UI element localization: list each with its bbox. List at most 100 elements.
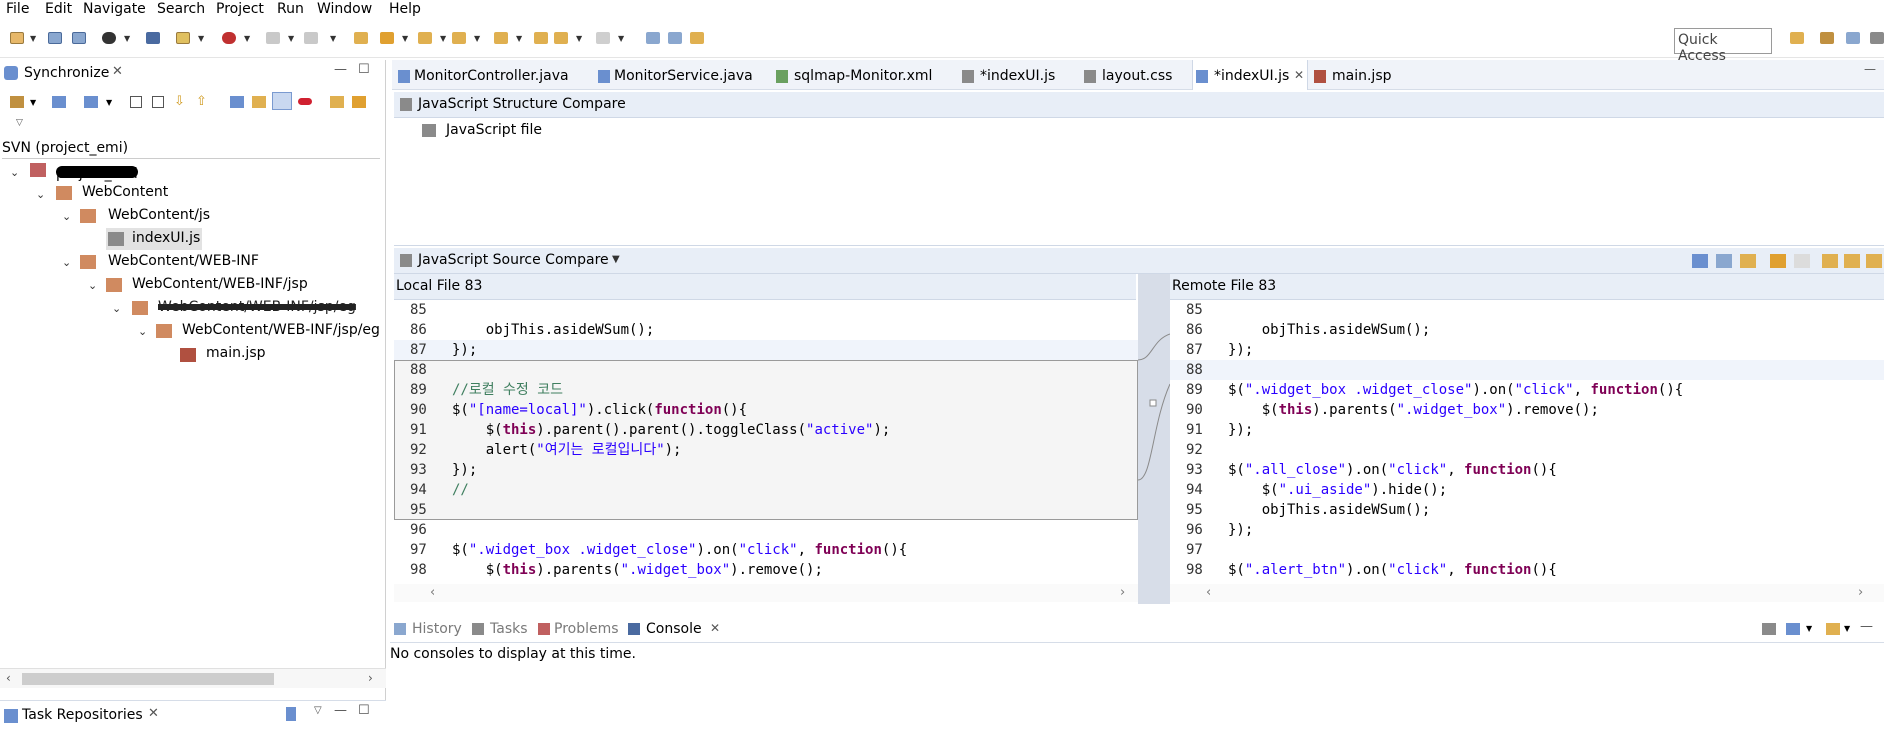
chevron-down-icon[interactable]: ⌄	[10, 166, 19, 179]
tree-item-web-inf-jsp[interactable]: WebContent/WEB-INF/jsp	[132, 276, 308, 298]
open-console-icon[interactable]	[1826, 623, 1840, 635]
svn-sync-icon[interactable]	[10, 96, 24, 108]
scroll-right-icon[interactable]: ›	[368, 671, 373, 685]
tree-item-webcontent[interactable]: WebContent	[82, 184, 168, 206]
show-ancestor-icon[interactable]	[1740, 254, 1756, 268]
save-icon[interactable]	[48, 32, 62, 44]
dropdown-arrow-icon[interactable]: ▼	[244, 34, 250, 43]
forward-icon[interactable]	[596, 32, 610, 44]
stop-icon[interactable]	[266, 32, 280, 44]
debug-icon[interactable]	[222, 32, 236, 44]
add-repository-icon[interactable]	[286, 707, 296, 721]
tab-tasks[interactable]: Tasks	[490, 621, 528, 637]
close-icon[interactable]: ✕	[148, 706, 159, 721]
dropdown-arrow-icon[interactable]: ▼	[288, 34, 294, 43]
update-icon[interactable]	[690, 32, 704, 44]
minimize-icon[interactable]: —	[334, 703, 347, 718]
next-difference-icon[interactable]: ⇩	[174, 94, 185, 109]
compare-icon[interactable]	[646, 32, 660, 44]
scroll-left-icon[interactable]: ‹	[6, 671, 11, 685]
dropdown-arrow-icon[interactable]: ▼	[576, 34, 582, 43]
chevron-down-icon[interactable]: ⌄	[88, 279, 97, 292]
team-sync-perspective-icon[interactable]	[1846, 32, 1860, 44]
dropdown-arrow-icon[interactable]: ▼	[124, 34, 130, 43]
disconnect-icon[interactable]	[304, 32, 318, 44]
chevron-down-icon[interactable]: ⌄	[138, 325, 147, 338]
open-type-icon[interactable]	[176, 32, 190, 44]
outgoing-mode-icon[interactable]	[252, 96, 266, 108]
next-annotation-icon[interactable]	[494, 32, 508, 44]
menu-navigate[interactable]: Navigate	[83, 1, 146, 17]
collapse-all-icon[interactable]	[152, 96, 164, 108]
tree-item-webcontent-js[interactable]: WebContent/js	[108, 207, 210, 229]
menu-search[interactable]: Search	[157, 1, 205, 17]
chevron-down-icon[interactable]: ⌄	[36, 188, 45, 201]
copy-right-icon[interactable]	[1794, 254, 1810, 268]
commit-icon[interactable]	[330, 96, 344, 108]
synchronize-now-icon[interactable]	[52, 96, 66, 108]
menu-project[interactable]: Project	[216, 1, 264, 17]
tab-sqlmap-monitor[interactable]: sqlmap-Monitor.xml	[794, 68, 932, 84]
tree-item-indexui-js[interactable]: indexUI.js	[132, 230, 200, 252]
tab-layout-css[interactable]: layout.css	[1102, 68, 1172, 84]
horizontal-scrollbar[interactable]: ‹ ›	[0, 668, 386, 688]
minimize-icon[interactable]: —	[1864, 62, 1876, 76]
dropdown-arrow-icon[interactable]: ▼	[106, 98, 112, 107]
tree-item-main-jsp[interactable]: main.jsp	[206, 345, 266, 367]
maximize-icon[interactable]: ☐	[358, 703, 370, 718]
scroll-right-icon[interactable]: ›	[1120, 585, 1125, 600]
dropdown-arrow-icon[interactable]: ▼	[30, 34, 36, 43]
tab-problems[interactable]: Problems	[554, 621, 619, 637]
back-icon[interactable]	[554, 32, 568, 44]
view-menu-icon[interactable]: ▽	[16, 118, 23, 128]
remote-code-area[interactable]: 85 86 objThis.asideWSum(); 87}); 88 89 $(".wi…	[1170, 300, 1884, 584]
tab-task-repositories[interactable]: Task Repositories	[22, 707, 143, 723]
dropdown-arrow-icon[interactable]: ▼	[30, 98, 36, 107]
minimize-icon[interactable]: —	[334, 62, 347, 77]
conflicts-mode-icon[interactable]	[298, 98, 312, 105]
last-edit-icon[interactable]	[534, 32, 548, 44]
chevron-down-icon[interactable]: ⌄	[112, 302, 121, 315]
tree-item-jsp-eg[interactable]: WebContent/WEB-INF/jsp/eg	[182, 322, 380, 344]
both-mode-icon[interactable]	[272, 92, 292, 110]
dropdown-arrow-icon[interactable]: ▼	[198, 34, 204, 43]
menu-file[interactable]: File	[6, 1, 29, 17]
dropdown-arrow-icon[interactable]: ▼	[618, 34, 624, 43]
tab-synchronize[interactable]: Synchronize	[24, 65, 109, 81]
dropdown-arrow-icon[interactable]: ▼	[440, 34, 446, 43]
scroll-thumb[interactable]	[22, 673, 274, 685]
tab-indexui-js[interactable]: *indexUI.js	[980, 68, 1055, 84]
console-icon[interactable]	[146, 32, 160, 44]
scroll-left-icon[interactable]: ‹	[1206, 585, 1211, 600]
dropdown-arrow-icon[interactable]: ▼	[474, 34, 480, 43]
scroll-right-icon[interactable]: ›	[1858, 585, 1863, 600]
display-console-icon[interactable]	[1786, 623, 1800, 635]
next-change-icon[interactable]	[1866, 254, 1882, 268]
task-icon[interactable]	[380, 32, 394, 44]
local-horizontal-scrollbar[interactable]: ‹ ›	[394, 584, 1138, 602]
maximize-icon[interactable]: ☐	[358, 62, 370, 77]
scroll-left-icon[interactable]: ‹	[430, 585, 435, 600]
chevron-down-icon[interactable]: ▼	[612, 254, 620, 265]
structure-item-js-file[interactable]: JavaScript file	[446, 122, 542, 138]
minimize-icon[interactable]: —	[1860, 619, 1873, 634]
incoming-mode-icon[interactable]	[230, 96, 244, 108]
next-diff-icon[interactable]	[1822, 254, 1838, 268]
tab-monitor-controller[interactable]: MonitorController.java	[414, 68, 569, 84]
dropdown-arrow-icon[interactable]: ▼	[1844, 624, 1850, 633]
copy-all-left-icon[interactable]	[1770, 254, 1786, 268]
tab-history[interactable]: History	[412, 621, 462, 637]
previous-difference-icon[interactable]: ⇧	[196, 94, 207, 109]
tab-console[interactable]: Console	[646, 621, 702, 637]
quick-access-input[interactable]: Quick Access	[1674, 28, 1772, 64]
tab-indexui-js-compare[interactable]: *indexUI.js	[1214, 68, 1289, 84]
annotation-icon[interactable]	[452, 32, 466, 44]
pin-console-icon[interactable]	[1762, 623, 1776, 635]
new-icon[interactable]	[10, 32, 24, 44]
tree-item-web-inf[interactable]: WebContent/WEB-INF	[108, 253, 259, 275]
debug-perspective-icon[interactable]	[1870, 32, 1884, 44]
layout-tree-icon[interactable]	[84, 96, 98, 108]
open-perspective-icon[interactable]	[1790, 32, 1804, 44]
chevron-down-icon[interactable]: ⌄	[62, 210, 71, 223]
menu-run[interactable]: Run	[277, 1, 304, 17]
